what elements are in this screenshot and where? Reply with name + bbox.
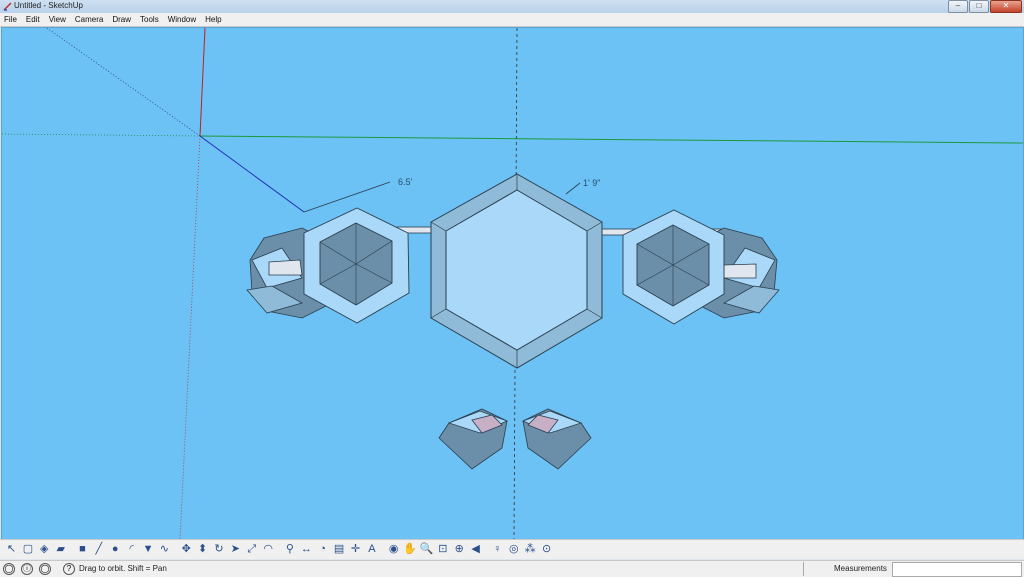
toolbar-separator	[277, 542, 281, 557]
orbit-tool-icon[interactable]: ◉	[386, 542, 401, 557]
look-around-icon[interactable]: ◎	[506, 542, 521, 557]
menu-draw[interactable]: Draw	[108, 13, 136, 26]
window-controls: – □ ✕	[947, 0, 1022, 13]
position-camera-icon[interactable]: ♀	[490, 542, 505, 557]
rectangle-tool-icon[interactable]: ■	[75, 542, 90, 557]
3d-text-icon[interactable]: A	[364, 542, 379, 557]
circle-tool-icon[interactable]: ●	[108, 542, 123, 557]
tools-toolbar: ↖ ▢ ◈ ▰ ■ ╱ ● ◜ ▼ ∿ ✥ ⬍ ↻ ➤ ⤢ ◠ ⚲ ↔ ◔ ▤ ✛ A ◉ ✋ 🔍 ⊡ ⊕ ◀ ♀ ◎ ⁂ ⊙	[0, 539, 1024, 559]
3d-viewport[interactable]: 6.5' 1' 9"	[1, 27, 1024, 540]
red-axis	[199, 28, 206, 137]
blue-axis-dotted	[46, 28, 201, 137]
lower-block-right	[521, 408, 592, 470]
minimize-button[interactable]: –	[948, 0, 968, 13]
right-pod	[622, 209, 780, 325]
lower-block-left	[438, 408, 509, 470]
dimension-tool-icon[interactable]: ↔	[299, 542, 314, 557]
zoom-tool-icon[interactable]: 🔍	[419, 542, 434, 557]
instructor-help-icon[interactable]: ?	[63, 563, 75, 575]
toolbar-separator	[70, 542, 74, 557]
maximize-button[interactable]: □	[969, 0, 989, 13]
status-divider	[803, 562, 804, 576]
sketchup-app-icon	[3, 2, 12, 11]
left-pod	[246, 207, 410, 324]
green-axis-dotted	[2, 133, 201, 137]
line-tool-icon[interactable]: ╱	[91, 542, 106, 557]
menu-camera[interactable]: Camera	[71, 13, 108, 26]
tape-measure-icon[interactable]: ⚲	[282, 542, 297, 557]
section-plane-icon[interactable]: ⊙	[539, 542, 554, 557]
axes-tool-icon[interactable]: ✛	[348, 542, 363, 557]
toolbar-separator	[173, 542, 177, 557]
eraser-icon[interactable]: ▰	[53, 542, 68, 557]
window-title: Untitled - SketchUp	[14, 1, 83, 10]
offset-tool-icon[interactable]: ◠	[261, 542, 276, 557]
status-bar: ◯ ⓘ ◯ ? Drag to orbit. Shift = Pan Measu…	[0, 560, 1024, 577]
zoom-window-icon[interactable]: ⊡	[435, 542, 450, 557]
dimension-label-right: 1' 9"	[583, 178, 601, 188]
menu-file[interactable]: File	[0, 13, 22, 26]
user-icon[interactable]: ◯	[39, 563, 51, 575]
make-component-icon[interactable]: ▢	[20, 542, 35, 557]
model-canvas	[2, 28, 1023, 539]
toolbar-separator	[485, 542, 489, 557]
menu-tools[interactable]: Tools	[136, 13, 164, 26]
text-tool-icon[interactable]: ▤	[332, 542, 347, 557]
central-hexagon	[430, 173, 603, 369]
close-button[interactable]: ✕	[990, 0, 1022, 13]
title-bar: Untitled - SketchUp – □ ✕	[0, 0, 1024, 13]
select-tool-icon[interactable]: ↖	[4, 542, 19, 557]
move-tool-icon[interactable]: ✥	[179, 542, 194, 557]
menu-view[interactable]: View	[45, 13, 71, 26]
freehand-tool-icon[interactable]: ∿	[157, 542, 172, 557]
credits-icon[interactable]: ⓘ	[21, 563, 33, 575]
measurements-field[interactable]	[892, 562, 1022, 577]
paint-bucket-icon[interactable]: ◈	[37, 542, 52, 557]
follow-me-icon[interactable]: ➤	[228, 542, 243, 557]
red-axis-dotted	[179, 135, 201, 539]
walk-tool-icon[interactable]: ⁂	[523, 542, 538, 557]
rotate-tool-icon[interactable]: ↻	[211, 542, 226, 557]
blue-axis	[199, 135, 305, 213]
dimension-leader-right	[565, 182, 581, 195]
status-hint: Drag to orbit. Shift = Pan	[79, 564, 167, 573]
toolbar-separator	[381, 542, 385, 557]
menu-bar: File Edit View Camera Draw Tools Window …	[0, 13, 1024, 27]
menu-help[interactable]: Help	[201, 13, 226, 26]
green-axis	[199, 135, 1023, 144]
polygon-tool-icon[interactable]: ▼	[141, 542, 156, 557]
dimension-label-left: 6.5'	[398, 177, 413, 187]
pan-tool-icon[interactable]: ✋	[403, 542, 418, 557]
geo-location-icon[interactable]: ◯	[3, 563, 15, 575]
push-pull-icon[interactable]: ⬍	[195, 542, 210, 557]
measurements-label: Measurements	[834, 564, 887, 573]
protractor-icon[interactable]: ◔	[315, 542, 330, 557]
scale-tool-icon[interactable]: ⤢	[244, 542, 259, 557]
dimension-leader-left	[303, 181, 391, 213]
arc-tool-icon[interactable]: ◜	[124, 542, 139, 557]
zoom-extents-icon[interactable]: ⊕	[452, 542, 467, 557]
menu-window[interactable]: Window	[164, 13, 201, 26]
previous-view-icon[interactable]: ◀	[468, 542, 483, 557]
menu-edit[interactable]: Edit	[22, 13, 45, 26]
